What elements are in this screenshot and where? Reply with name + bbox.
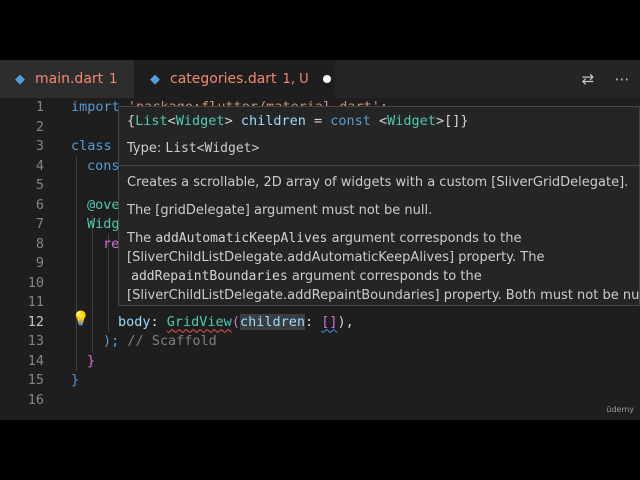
code-token: (	[231, 313, 240, 330]
type-label: Type:	[127, 141, 166, 156]
tooltip-paragraph: The addAutomaticKeepAlives argument corr…	[127, 229, 522, 248]
code-line: 14 }	[0, 352, 640, 372]
tooltip-paragraph: The [gridDelegate] argument must not be …	[127, 203, 433, 218]
code-token: :	[150, 313, 167, 330]
udemy-watermark: ūdemy	[606, 405, 634, 414]
line-number: 7	[35, 216, 44, 232]
tooltip-signature: {List<Widget> children = const <Widget>[…	[127, 113, 468, 129]
code-token: class	[71, 138, 112, 154]
tooltip-text: The	[127, 231, 156, 246]
line-number: 8	[35, 235, 44, 252]
line-number: 11	[27, 294, 44, 310]
code-token: ),	[337, 313, 354, 330]
tab-categories-dart[interactable]: ◆ categories.dart 1, U	[135, 60, 335, 98]
tab-label: categories.dart	[170, 71, 277, 87]
line-number: 2	[35, 118, 44, 135]
sig-token: =	[305, 113, 331, 129]
sig-token: {	[127, 113, 136, 129]
dart-icon: ◆	[15, 71, 25, 87]
tooltip-code: addAutomaticKeepAlives	[155, 231, 328, 246]
type-value: List<Widget>	[165, 141, 260, 156]
tooltip-text: argument corresponds to the	[327, 231, 522, 246]
line-number: 13	[27, 333, 44, 349]
tab-problem-count: 1	[109, 71, 118, 87]
hover-tooltip: {List<Widget> children = const <Widget>[…	[118, 106, 640, 306]
code-line: 15 }	[0, 371, 640, 391]
sig-token: <	[370, 113, 388, 129]
sig-token: List	[135, 113, 168, 129]
dart-icon: ◆	[150, 71, 160, 87]
line-number: 15	[27, 372, 44, 388]
code-token: }	[87, 352, 96, 369]
line-number: 16	[27, 391, 44, 408]
code-token: []	[321, 313, 338, 330]
sig-token: <	[167, 113, 176, 129]
line-number: 12	[27, 313, 44, 330]
code-token: }	[71, 372, 80, 388]
line-number: 4	[35, 157, 44, 174]
code-token: GridView	[166, 313, 232, 330]
tooltip-code: addRepaintBoundaries	[131, 269, 288, 284]
code-token: // Scaffold	[119, 333, 217, 349]
code-token: );	[103, 333, 120, 349]
tab-bar: ◆ main.dart 1 ◆ categories.dart 1, U ⇄ ⋯	[0, 60, 640, 98]
code-line: 13 ); // Scaffold	[0, 332, 640, 352]
tooltip-text: argument corresponds to the	[287, 269, 482, 284]
more-actions-icon[interactable]: ⋯	[612, 69, 632, 89]
code-line: 12 body: GridView(children: []),	[0, 313, 640, 333]
lightbulb-icon[interactable]: 💡	[72, 311, 89, 327]
sig-token: Widget	[175, 113, 225, 129]
tooltip-paragraph: Creates a scrollable, 2D array of widget…	[127, 175, 629, 190]
tooltip-paragraph: [SliverChildListDelegate.addRepaintBound…	[127, 288, 640, 303]
editor-window: ◆ main.dart 1 ◆ categories.dart 1, U ⇄ ⋯…	[0, 60, 640, 420]
compare-changes-icon[interactable]: ⇄	[578, 69, 598, 89]
sig-token: >	[224, 113, 241, 129]
tooltip-paragraph: [SliverChildListDelegate.addAutomaticKee…	[127, 250, 545, 265]
tooltip-divider	[119, 165, 639, 166]
code-token: :	[304, 313, 322, 330]
sig-token: children	[240, 113, 306, 129]
tab-label: main.dart	[35, 71, 104, 87]
line-number: 14	[27, 352, 44, 369]
sig-token: >[]}	[435, 113, 469, 129]
line-number: 10	[27, 274, 44, 291]
line-number: 5	[35, 177, 44, 193]
line-number: 6	[35, 196, 44, 213]
sig-token: Widget	[387, 113, 436, 129]
code-token: @ove	[87, 196, 120, 213]
code-line: 16	[0, 391, 640, 411]
tooltip-paragraph: addRepaintBoundaries argument correspond…	[127, 267, 482, 286]
tooltip-type: Type: List<Widget>	[127, 141, 259, 156]
unsaved-dot-icon[interactable]	[322, 75, 331, 83]
code-token: body	[118, 313, 151, 330]
code-token: re	[103, 235, 120, 252]
sig-token: const	[330, 113, 371, 129]
tab-problem-count: 1, U	[282, 71, 309, 87]
code-token: import	[71, 99, 120, 115]
line-number: 1	[35, 99, 44, 115]
code-token: Widg	[87, 216, 120, 232]
code-token: children	[239, 313, 305, 330]
line-number: 9	[35, 255, 44, 271]
code-token: cons	[87, 157, 120, 174]
tab-main-dart[interactable]: ◆ main.dart 1	[0, 60, 135, 98]
line-number: 3	[35, 138, 44, 154]
